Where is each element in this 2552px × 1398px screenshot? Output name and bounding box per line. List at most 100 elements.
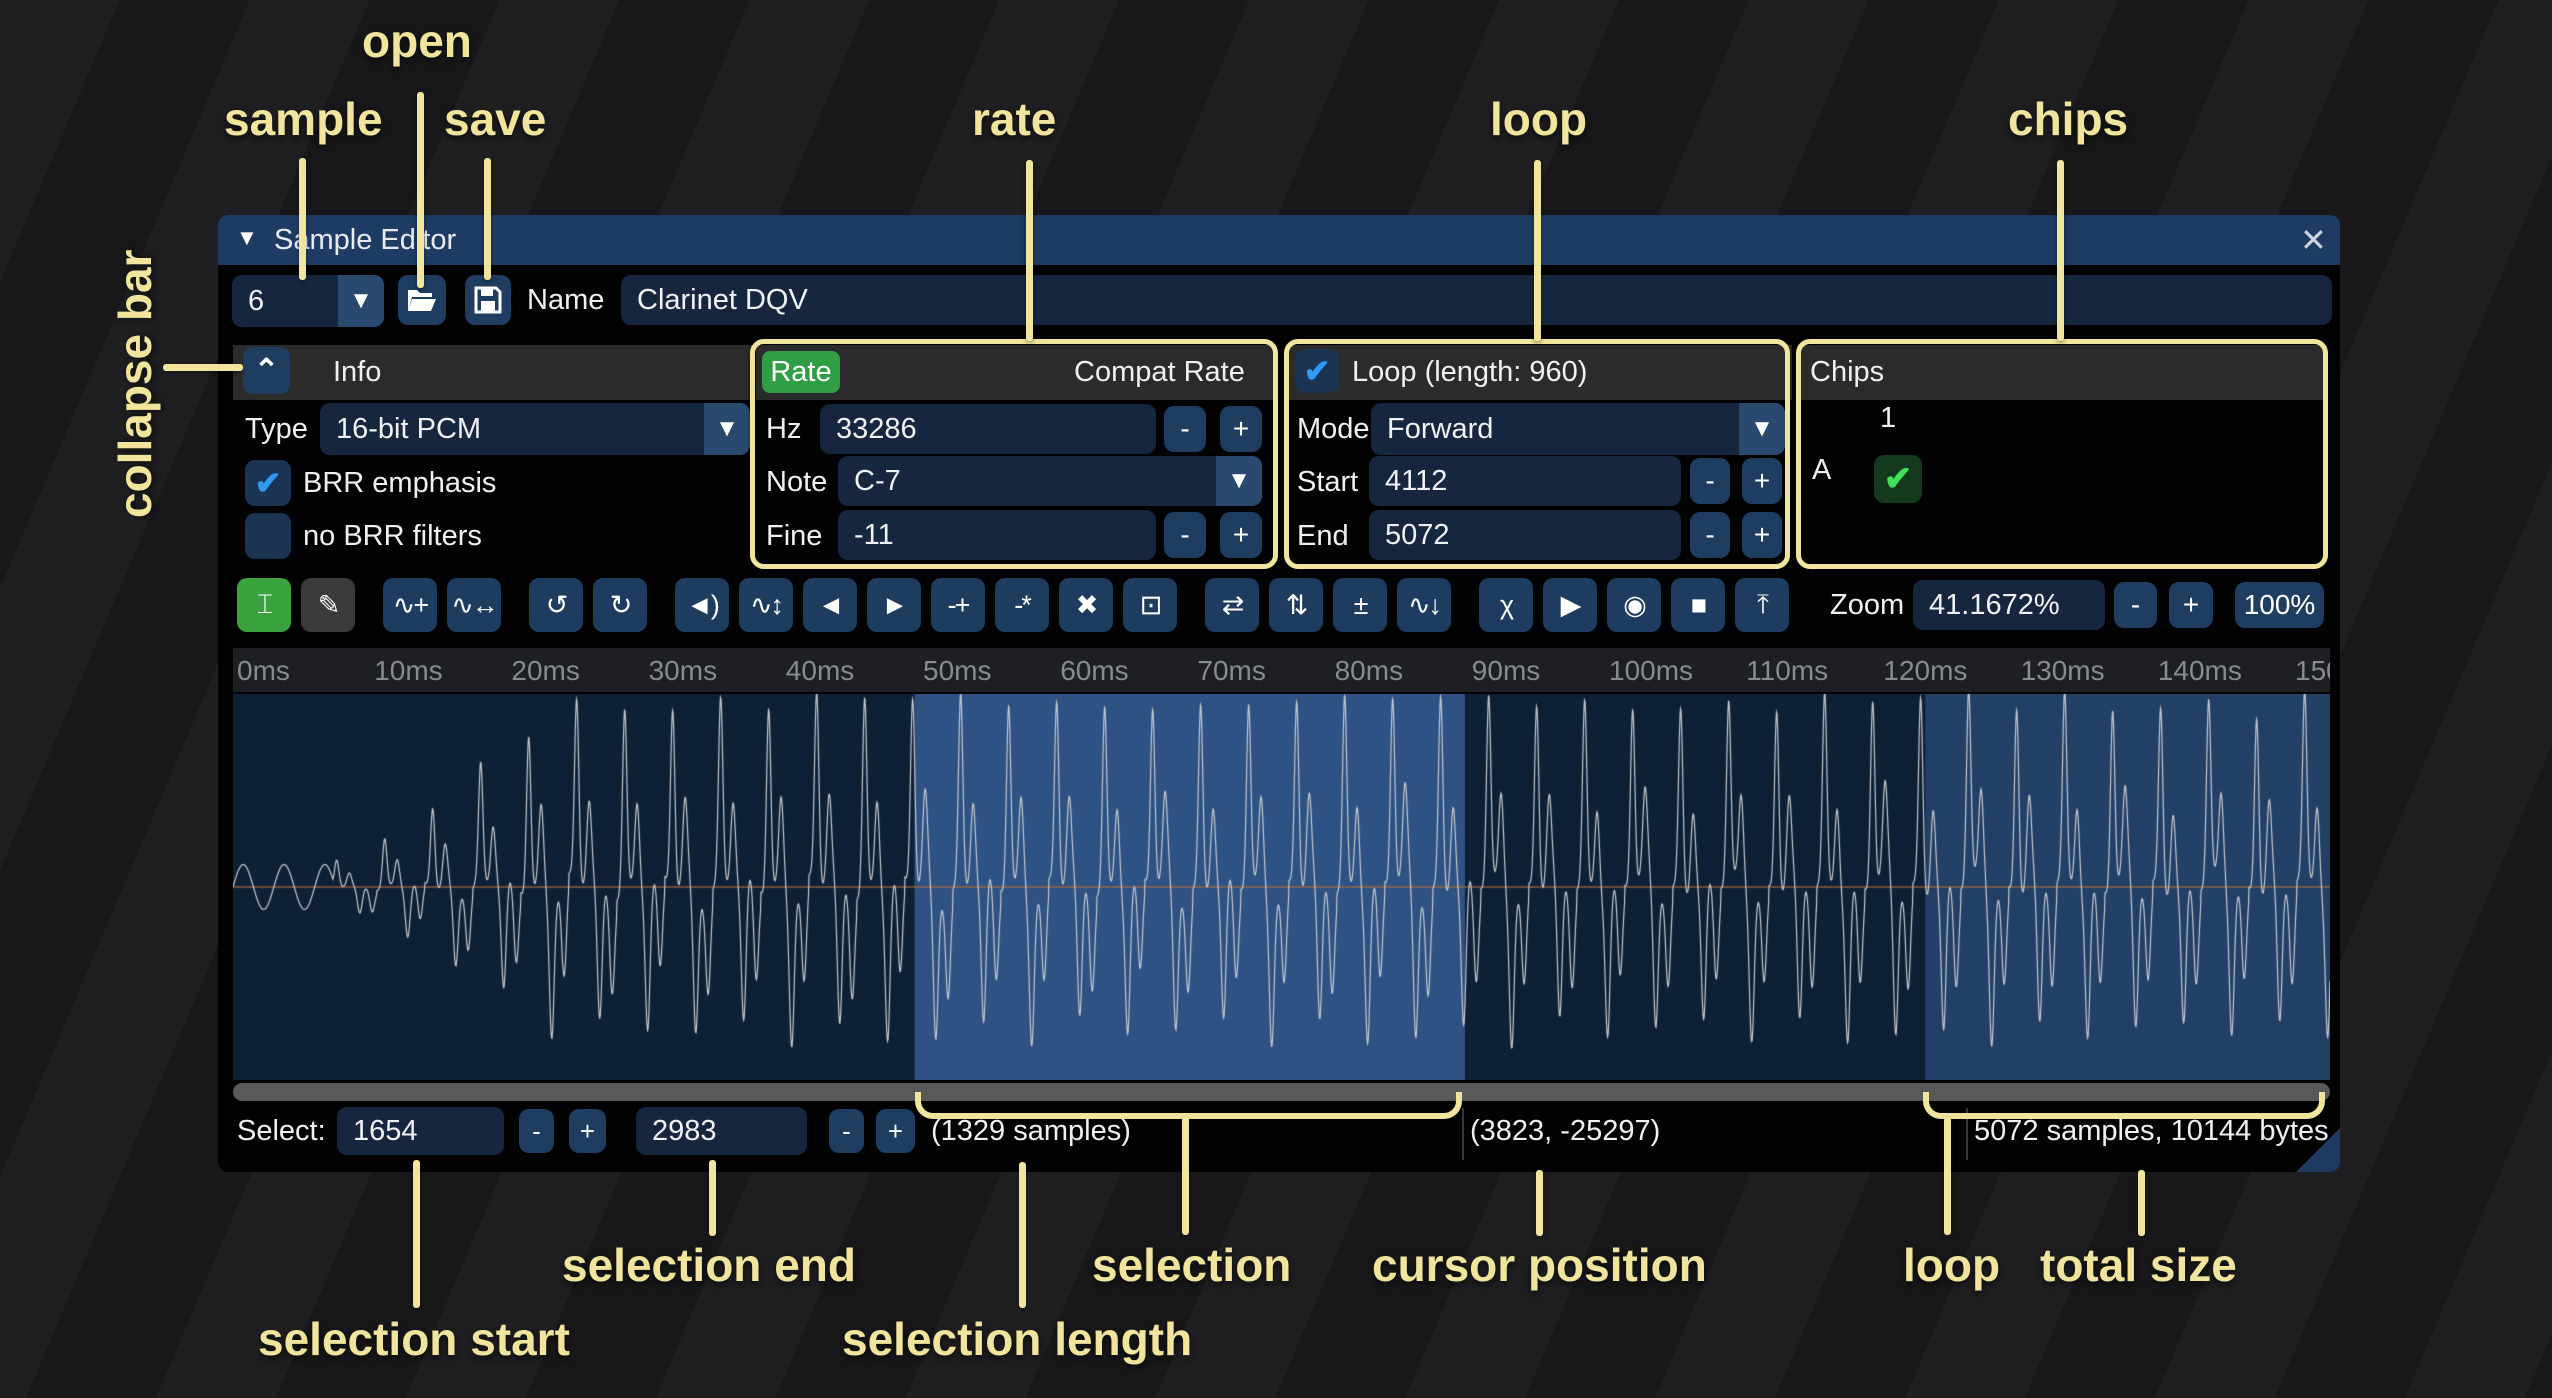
annotation-cursor-position: cursor position <box>1372 1238 1707 1292</box>
insert-silence-button[interactable]: -+ <box>931 578 985 632</box>
annotation-line-cursor-position <box>1536 1170 1543 1236</box>
info-panel-title: Info <box>333 356 381 389</box>
type-dropdown[interactable]: 16-bit PCM ▼ <box>320 403 750 455</box>
annotation-line-collapse-bar <box>163 364 243 371</box>
brr-emphasis-label: BRR emphasis <box>303 458 496 508</box>
amplify-button[interactable]: ∿↕ <box>739 578 793 632</box>
no-brr-filters-label: no BRR filters <box>303 511 482 561</box>
waveform-display[interactable] <box>233 694 2330 1080</box>
ruler-tick: 20ms <box>511 655 579 687</box>
chips-highlight-box <box>1796 339 2328 569</box>
zoom-in-button[interactable]: + <box>2169 582 2213 628</box>
ruler-tick: 140ms <box>2158 655 2242 687</box>
insert-sample-button[interactable]: ∿+ <box>383 578 437 632</box>
brr-emphasis-checkbox[interactable]: ✔ <box>245 460 291 506</box>
loop-highlight-box <box>1284 339 1790 569</box>
trim-button[interactable]: ⊡ <box>1123 578 1177 632</box>
annotation-line-selection-end <box>709 1160 716 1236</box>
chevron-down-icon: ▼ <box>704 403 750 455</box>
selection-start-input[interactable]: 1654 <box>337 1107 504 1155</box>
ruler-tick: 150ms <box>2295 655 2330 687</box>
selection-start-minus-button[interactable]: - <box>519 1109 554 1153</box>
zoom-label: Zoom <box>1830 580 1904 630</box>
check-icon: ✔ <box>255 464 282 502</box>
ruler-tick: 90ms <box>1472 655 1540 687</box>
selection-end-plus-button[interactable]: + <box>876 1109 915 1153</box>
cursor-position-text: (3823, -25297) <box>1470 1106 1660 1156</box>
no-brr-filters-checkbox[interactable] <box>245 513 291 559</box>
redo-button[interactable]: ↻ <box>593 578 647 632</box>
zoom-reset-button[interactable]: 100% <box>2235 582 2324 628</box>
annotation-selection-end: selection end <box>562 1238 856 1292</box>
draw-tool-button[interactable]: ✎ <box>301 578 355 632</box>
ruler-tick: 130ms <box>2021 655 2105 687</box>
reverse-button[interactable]: ⇄ <box>1205 578 1259 632</box>
close-icon[interactable]: ✕ <box>2300 221 2327 259</box>
apply-silence-button[interactable]: -* <box>995 578 1049 632</box>
selection-end-input[interactable]: 2983 <box>636 1107 807 1155</box>
chevron-up-icon: ⌃ <box>254 353 279 388</box>
loop-bracket <box>1923 1092 2325 1119</box>
ruler-tick: 60ms <box>1060 655 1128 687</box>
ruler-tick: 110ms <box>1746 655 1828 687</box>
annotation-line-open <box>417 92 424 288</box>
annotation-line-selection <box>1182 1117 1189 1235</box>
resize-button[interactable]: ∿↔ <box>447 578 501 632</box>
annotation-total-size: total size <box>2040 1238 2237 1292</box>
name-input[interactable]: Clarinet DQV <box>621 275 2332 325</box>
selection-start-plus-button[interactable]: + <box>569 1109 606 1153</box>
ruler-tick: 10ms <box>374 655 442 687</box>
rate-highlight-box <box>750 339 1278 569</box>
annotation-line-loop-bottom <box>1944 1117 1951 1235</box>
ruler-tick: 120ms <box>1883 655 1967 687</box>
undo-button[interactable]: ↺ <box>529 578 583 632</box>
annotation-line-sample <box>299 158 306 280</box>
sample-number: 6 <box>248 275 264 327</box>
volume-button[interactable]: ◄) <box>675 578 729 632</box>
play-loop-button[interactable]: ◉ <box>1607 578 1661 632</box>
annotation-selection: selection <box>1092 1238 1291 1292</box>
annotation-line-save <box>484 158 491 280</box>
collapse-bar-button[interactable]: ⌃ <box>243 347 290 394</box>
annotation-collapse-bar: collapse bar <box>108 228 162 518</box>
stop-button[interactable]: ■ <box>1671 578 1725 632</box>
resize-grip[interactable] <box>2296 1128 2340 1172</box>
play-button[interactable]: ▶ <box>1543 578 1597 632</box>
zoom-out-button[interactable]: - <box>2114 582 2157 628</box>
annotation-line-selection-start <box>413 1160 420 1308</box>
ruler-tick: 0ms <box>237 655 290 687</box>
window-collapse-icon[interactable]: ▼ <box>236 225 258 251</box>
import-button[interactable]: ⤒ <box>1735 578 1789 632</box>
selection-end-minus-button[interactable]: - <box>829 1109 864 1153</box>
ruler-tick: 50ms <box>923 655 991 687</box>
annotation-line-chips <box>2057 160 2064 341</box>
annotation-line-rate <box>1026 160 1033 341</box>
annotation-chips: chips <box>2008 92 2128 146</box>
fade-out-button[interactable]: ► <box>867 578 921 632</box>
signed-unsigned-button[interactable]: ± <box>1333 578 1387 632</box>
select-tool-button[interactable]: ⌶ <box>237 578 291 632</box>
annotation-line-loop <box>1534 160 1541 341</box>
titlebar[interactable]: ▼ Sample Editor ✕ <box>218 215 2340 265</box>
folder-open-icon <box>407 287 437 313</box>
chevron-down-icon[interactable]: ▼ <box>338 275 384 327</box>
zoom-input[interactable]: 41.1672% <box>1913 580 2105 630</box>
annotation-loop-bottom: loop <box>1903 1238 2000 1292</box>
select-label: Select: <box>237 1106 326 1156</box>
annotation-rate: rate <box>972 92 1056 146</box>
annotation-open: open <box>362 14 472 68</box>
annotation-save: save <box>444 92 546 146</box>
ruler-tick: 70ms <box>1197 655 1265 687</box>
delete-button[interactable]: ✖ <box>1059 578 1113 632</box>
annotation-loop-top: loop <box>1490 92 1587 146</box>
annotation-selection-start: selection start <box>258 1312 570 1366</box>
save-icon <box>474 286 502 314</box>
name-label: Name <box>527 275 604 325</box>
fade-in-button[interactable]: ◄ <box>803 578 857 632</box>
crossfade-button[interactable]: χ <box>1479 578 1533 632</box>
save-button[interactable] <box>465 275 511 325</box>
type-label: Type <box>245 404 308 454</box>
filter-button[interactable]: ∿↓ <box>1397 578 1451 632</box>
invert-button[interactable]: ⇅ <box>1269 578 1323 632</box>
sample-select[interactable]: 6 ▼ <box>232 275 384 327</box>
